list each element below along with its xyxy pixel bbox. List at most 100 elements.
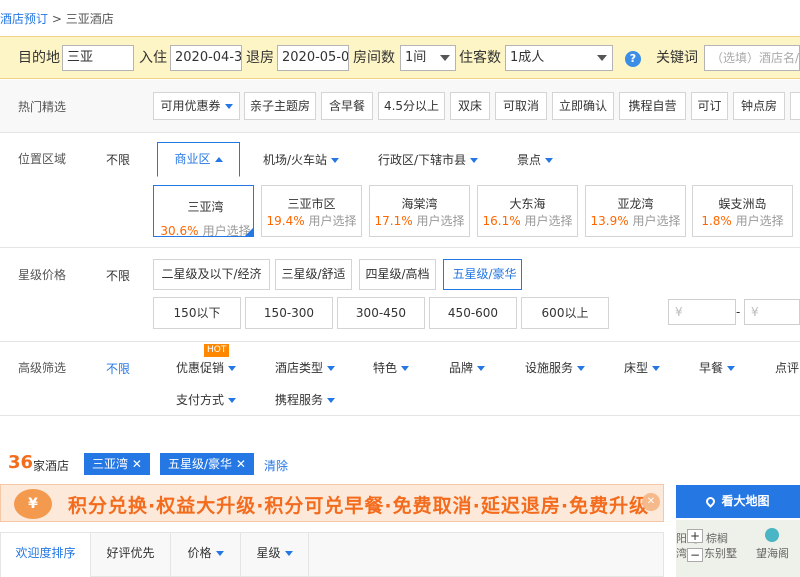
star-level-4[interactable]: 四星级/高档 <box>359 259 436 290</box>
filter-label: 点评 <box>775 361 800 375</box>
hot-item-instant-confirm[interactable]: 立即确认 <box>552 92 614 120</box>
guests-label: 住客数 <box>459 50 501 66</box>
breadcrumb: 酒店预订 > 三亚酒店 <box>0 10 114 27</box>
filter-feature[interactable]: 特色 <box>373 359 410 376</box>
tab-business-district[interactable]: 商业区 <box>157 142 240 177</box>
star-any[interactable]: 不限 <box>106 267 130 284</box>
location-name: 三亚市区 <box>287 197 336 211</box>
sort-popularity[interactable]: 欢迎度排序 <box>1 533 91 577</box>
hot-item-family-room[interactable]: 亲子主题房 <box>244 92 316 120</box>
hot-item-rating[interactable]: 4.5分以上 <box>378 92 445 120</box>
filter-label: 支付方式 <box>176 393 225 407</box>
filter-label: 携程服务 <box>275 393 324 407</box>
tag-label: 三亚湾 <box>92 457 129 471</box>
checkout-date-input[interactable]: 2020-05-05 <box>277 45 349 71</box>
filter-bed-type[interactable]: 床型 <box>624 359 661 376</box>
filter-hotel-type[interactable]: 酒店类型 <box>275 359 336 376</box>
close-icon[interactable]: ✕ <box>642 493 660 511</box>
star-price-label: 星级价格 <box>18 268 67 282</box>
filter-ctrip-service[interactable]: 携程服务 <box>275 391 336 408</box>
map-label: 棕榈 <box>706 532 728 545</box>
advanced-filter-label: 高级筛选 <box>18 361 67 375</box>
location-card-sanya-bay[interactable]: 三亚湾 30.6% 用户选择 <box>153 185 254 238</box>
sort-rating[interactable]: 好评优先 <box>91 533 171 577</box>
location-card-sanya-city[interactable]: 三亚市区 19.4% 用户选择 <box>261 185 362 237</box>
price-range-450-600[interactable]: 450-600 <box>429 297 517 329</box>
hot-item-cancellable[interactable]: 可取消 <box>495 92 547 120</box>
location-name: 亚龙湾 <box>617 197 654 211</box>
guests-value: 1成人 <box>510 50 545 65</box>
location-any[interactable]: 不限 <box>106 151 130 168</box>
zoom-out-button[interactable]: − <box>687 548 703 562</box>
hot-badge: HOT <box>204 344 230 357</box>
location-card-dadonghai[interactable]: 大东海 16.1% 用户选择 <box>477 185 578 237</box>
price-range-under-150[interactable]: 150以下 <box>153 297 241 329</box>
chevron-down-icon <box>327 366 336 371</box>
filter-label: 设施服务 <box>525 361 574 375</box>
max-price-input[interactable]: ¥ <box>744 299 800 325</box>
hot-item-breakfast[interactable]: 含早餐 <box>321 92 373 120</box>
hot-item-ctrip-self[interactable]: 携程自营 <box>619 92 686 120</box>
location-label: 位置区域 <box>18 152 67 166</box>
star-level-5[interactable]: 五星级/豪华 <box>443 259 522 290</box>
filter-breakfast[interactable]: 早餐 <box>699 359 736 376</box>
hot-item-more[interactable] <box>790 92 800 120</box>
tab-airport-station[interactable]: 机场/火车站 <box>263 151 340 168</box>
hot-item-coupon[interactable]: 可用优惠券 <box>153 92 240 120</box>
star-level-3[interactable]: 三星级/舒适 <box>275 259 352 290</box>
destination-label: 目的地 <box>18 50 60 66</box>
location-card-yalong-bay[interactable]: 亚龙湾 13.9% 用户选择 <box>585 185 686 237</box>
selected-corner-icon <box>244 227 254 237</box>
divider <box>0 132 800 133</box>
filter-review[interactable]: 点评 <box>775 359 799 376</box>
star-level-economy[interactable]: 二星级及以下/经济 <box>153 259 270 290</box>
rooms-select[interactable]: 1间 <box>400 45 456 71</box>
checkout-label: 退房 <box>246 50 274 66</box>
hot-picks-label: 热门精选 <box>18 100 67 114</box>
breadcrumb-link-hotel-booking[interactable]: 酒店预订 <box>0 12 48 26</box>
result-unit: 家酒店 <box>33 459 70 473</box>
tab-district[interactable]: 行政区/下辖市县 <box>378 151 479 168</box>
location-card-wuzhizhou[interactable]: 蜈支洲岛 1.8% 用户选择 <box>692 185 793 237</box>
close-icon[interactable]: ✕ <box>236 457 246 471</box>
clear-filters-link[interactable]: 清除 <box>264 457 288 474</box>
checkin-date-input[interactable]: 2020-04-30 <box>170 45 242 71</box>
filter-promotion[interactable]: 优惠促销 <box>176 359 237 376</box>
hot-item-hourly-room[interactable]: 钟点房 <box>733 92 785 120</box>
location-user-choice: 用户选择 <box>416 214 465 228</box>
chevron-up-icon <box>214 157 223 162</box>
chevron-down-icon <box>652 366 661 371</box>
price-range-300-450[interactable]: 300-450 <box>337 297 425 329</box>
breadcrumb-current: 三亚酒店 <box>65 12 114 26</box>
tab-label: 景点 <box>517 153 542 167</box>
advanced-any[interactable]: 不限 <box>106 360 130 377</box>
location-user-choice: 用户选择 <box>308 214 357 228</box>
hot-item-twin-bed[interactable]: 双床 <box>450 92 490 120</box>
destination-input[interactable]: 三亚 <box>62 45 134 71</box>
chevron-down-icon <box>477 366 486 371</box>
price-range-over-600[interactable]: 600以上 <box>521 297 609 329</box>
view-large-map-button[interactable]: 看大地图 <box>676 485 800 518</box>
sort-star[interactable]: 星级 <box>241 533 309 577</box>
filter-facilities[interactable]: 设施服务 <box>525 359 586 376</box>
help-icon[interactable]: ? <box>625 51 641 67</box>
chevron-down-icon <box>228 398 237 403</box>
hot-item-bookable[interactable]: 可订 <box>691 92 728 120</box>
tab-label: 机场/火车站 <box>263 153 328 167</box>
sort-price[interactable]: 价格 <box>171 533 241 577</box>
keyword-input[interactable]: （选填）酒店名/地 <box>704 45 800 71</box>
tab-attractions[interactable]: 景点 <box>517 151 554 168</box>
price-dash: - <box>736 305 741 319</box>
result-count: 36 <box>8 452 34 473</box>
price-range-150-300[interactable]: 150-300 <box>245 297 333 329</box>
chevron-down-icon <box>327 398 336 403</box>
location-card-haitang-bay[interactable]: 海棠湾 17.1% 用户选择 <box>369 185 470 237</box>
filter-payment[interactable]: 支付方式 <box>176 391 237 408</box>
min-price-input[interactable]: ¥ <box>668 299 736 325</box>
chevron-down-icon <box>545 158 554 163</box>
filter-brand[interactable]: 品牌 <box>449 359 486 376</box>
rooms-label: 房间数 <box>353 50 395 66</box>
zoom-in-button[interactable]: + <box>687 529 703 543</box>
close-icon[interactable]: ✕ <box>132 457 142 471</box>
guests-select[interactable]: 1成人 <box>505 45 613 71</box>
